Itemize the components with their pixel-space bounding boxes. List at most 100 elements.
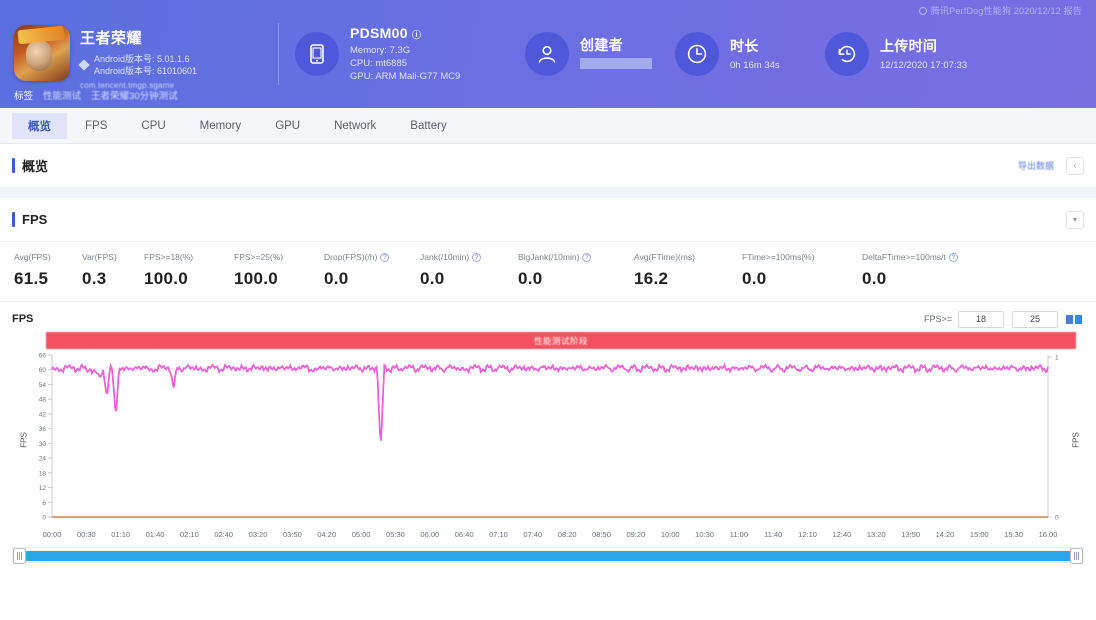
tab-memory[interactable]: Memory	[184, 115, 258, 137]
metric-label: Avg(FTime)(ms)	[634, 252, 738, 262]
device-gpu: GPU: ARM Mali-G77 MC9	[350, 71, 461, 82]
range-track[interactable]	[25, 551, 1071, 561]
svg-text:1: 1	[1055, 355, 1059, 362]
phone-icon	[295, 32, 339, 76]
x-axis-tick: 12:40	[832, 530, 852, 539]
metric-jank: Jank(/10min)? 0.0	[420, 252, 518, 289]
metric-label: FPS>=18(%)	[144, 252, 230, 262]
fps-plot-area[interactable]: FPS FPS 66 60 54 48 42 36 30 24 18 12 6 0 10	[12, 351, 1084, 529]
help-icon[interactable]: ?	[582, 252, 592, 262]
metric-value: 0.0	[324, 269, 349, 288]
app-version-lines: Android版本号: 5.01.1.6 Android版本号: 6101060…	[94, 53, 197, 77]
x-axis-tick: 07:10	[489, 530, 508, 539]
timeline-range-slider[interactable]	[12, 547, 1084, 564]
metric-label-text: Var(FPS)	[82, 252, 117, 262]
device-cpu: CPU: mt6885	[350, 58, 408, 69]
device-text: PDSM00 ⓘ Memory: 7.3G CPU: mt6885 GPU: A…	[350, 25, 460, 83]
tab-fps[interactable]: FPS	[69, 115, 123, 137]
x-axis-tick: 11:00	[729, 530, 748, 539]
app-version-line1: Android版本号: 5.01.1.6	[94, 53, 190, 64]
metric-deltaftime-ge-100: DeltaFTime>=100ms/t? 0.0	[862, 252, 1012, 289]
svg-text:0: 0	[1055, 515, 1059, 522]
device-info-icon[interactable]: ⓘ	[412, 30, 421, 40]
fps-title-group: FPS	[12, 212, 47, 227]
legend-swatches[interactable]	[1066, 314, 1082, 324]
x-axis-tick: 13:20	[866, 530, 886, 539]
metric-avg-fps: Avg(FPS) 61.5	[14, 252, 82, 289]
fps-collapse-button[interactable]: ▾	[1066, 210, 1084, 229]
svg-text:12: 12	[39, 485, 47, 492]
fps-title-accent-bar	[12, 212, 15, 227]
x-axis-tick: 10:30	[695, 530, 714, 539]
upload-info-block: 上传时间 12/12/2020 17:07:33	[825, 32, 1025, 76]
threshold-input-1[interactable]: 18	[958, 310, 1004, 328]
creator-value	[580, 58, 652, 73]
x-axis-tick: 04:20	[317, 530, 337, 539]
x-axis-tick: 09:20	[626, 530, 646, 539]
metric-value: 0.0	[518, 269, 543, 288]
app-info-block: 王者荣耀 Android版本号: 5.01.1.6 Android版本号: 61…	[14, 19, 272, 90]
help-icon[interactable]: ?	[472, 252, 482, 262]
legend-swatch-a-icon[interactable]	[1066, 314, 1073, 324]
metric-value: 0.0	[742, 269, 767, 288]
tab-cpu[interactable]: CPU	[125, 115, 181, 137]
x-axis-tick: 10:00	[660, 530, 680, 539]
upload-value: 12/12/2020 17:07:33	[880, 60, 968, 71]
metric-value: 100.0	[144, 269, 189, 288]
svg-text:42: 42	[39, 411, 47, 418]
app-version-row: Android版本号: 5.01.1.6 Android版本号: 6101060…	[78, 53, 197, 77]
x-axis-tick: 03:20	[248, 530, 268, 539]
tag-item-0[interactable]: 性能测试	[43, 88, 81, 102]
metric-label: Jank(/10min)?	[420, 252, 514, 262]
x-axis-tick: 03:50	[283, 530, 302, 539]
x-axis-tick: 05:30	[386, 530, 405, 539]
metric-label: Drop(FPS)(/h)?	[324, 252, 416, 262]
x-axis-tick: 02:10	[179, 530, 199, 539]
metric-label-text: Avg(FTime)(ms)	[634, 252, 695, 262]
app-title: 王者荣耀	[80, 29, 143, 47]
metric-label-text: Jank(/10min)	[420, 252, 470, 262]
range-handle-left[interactable]	[13, 548, 26, 564]
upload-text: 上传时间 12/12/2020 17:07:33	[880, 36, 967, 72]
metric-avg-ftime: Avg(FTime)(ms) 16.2	[634, 252, 742, 289]
metric-label-text: BigJank(/10min)	[518, 252, 580, 262]
svg-text:66: 66	[39, 353, 47, 360]
export-data-link[interactable]: 导出数据	[1018, 159, 1054, 172]
range-handle-right[interactable]	[1070, 548, 1083, 564]
tab-network[interactable]: Network	[318, 115, 392, 137]
tab-gpu[interactable]: GPU	[259, 115, 316, 137]
metric-label: DeltaFTime>=100ms/t?	[862, 252, 1008, 262]
section-gap	[0, 188, 1096, 198]
fps-line-chart: 6660544842363024181260 10	[39, 353, 1059, 522]
device-info-block: PDSM00 ⓘ Memory: 7.3G CPU: mt6885 GPU: A…	[295, 25, 525, 83]
overview-title-group: 概览	[12, 156, 48, 175]
tags-label: 标签	[14, 91, 34, 102]
fps-chart-container: FPS FPS>= 18 25 性能测试阶段 FPS FPS 66 60 54 48 4…	[0, 302, 1096, 545]
metric-var-fps: Var(FPS) 0.3	[82, 252, 144, 289]
upload-title: 上传时间	[880, 38, 938, 54]
x-axis-tick: 06:40	[454, 530, 474, 539]
x-axis-tick: 00:00	[42, 530, 62, 539]
x-axis-tick: 11:40	[764, 530, 783, 539]
legend-swatch-b-icon[interactable]	[1075, 314, 1082, 324]
svg-text:24: 24	[39, 456, 47, 463]
metric-value: 0.0	[862, 269, 887, 288]
tab-overview[interactable]: 概览	[12, 112, 67, 139]
svg-text:18: 18	[39, 470, 47, 477]
help-icon[interactable]: ?	[948, 252, 958, 262]
x-axis-tick: 01:40	[145, 530, 165, 539]
tab-battery[interactable]: Battery	[394, 115, 462, 137]
metric-label-text: Avg(FPS)	[14, 252, 51, 262]
history-icon	[825, 32, 869, 76]
x-axis-tick: 05:00	[351, 530, 371, 539]
metric-ftime-ge-100: FTime>=100ms(%) 0.0	[742, 252, 862, 289]
metric-label-text: FPS>=25(%)	[234, 252, 284, 262]
overview-collapse-button[interactable]: ‹	[1066, 156, 1084, 175]
help-icon[interactable]: ?	[380, 252, 390, 262]
metric-label: BigJank(/10min)?	[518, 252, 630, 262]
threshold-input-2[interactable]: 25	[1012, 310, 1058, 328]
tag-item-1[interactable]: 王者荣耀30分钟测试	[91, 88, 178, 102]
app-icon	[14, 24, 70, 81]
x-axis-tick: 12:10	[798, 530, 817, 539]
threshold-label: FPS>=	[923, 314, 952, 324]
